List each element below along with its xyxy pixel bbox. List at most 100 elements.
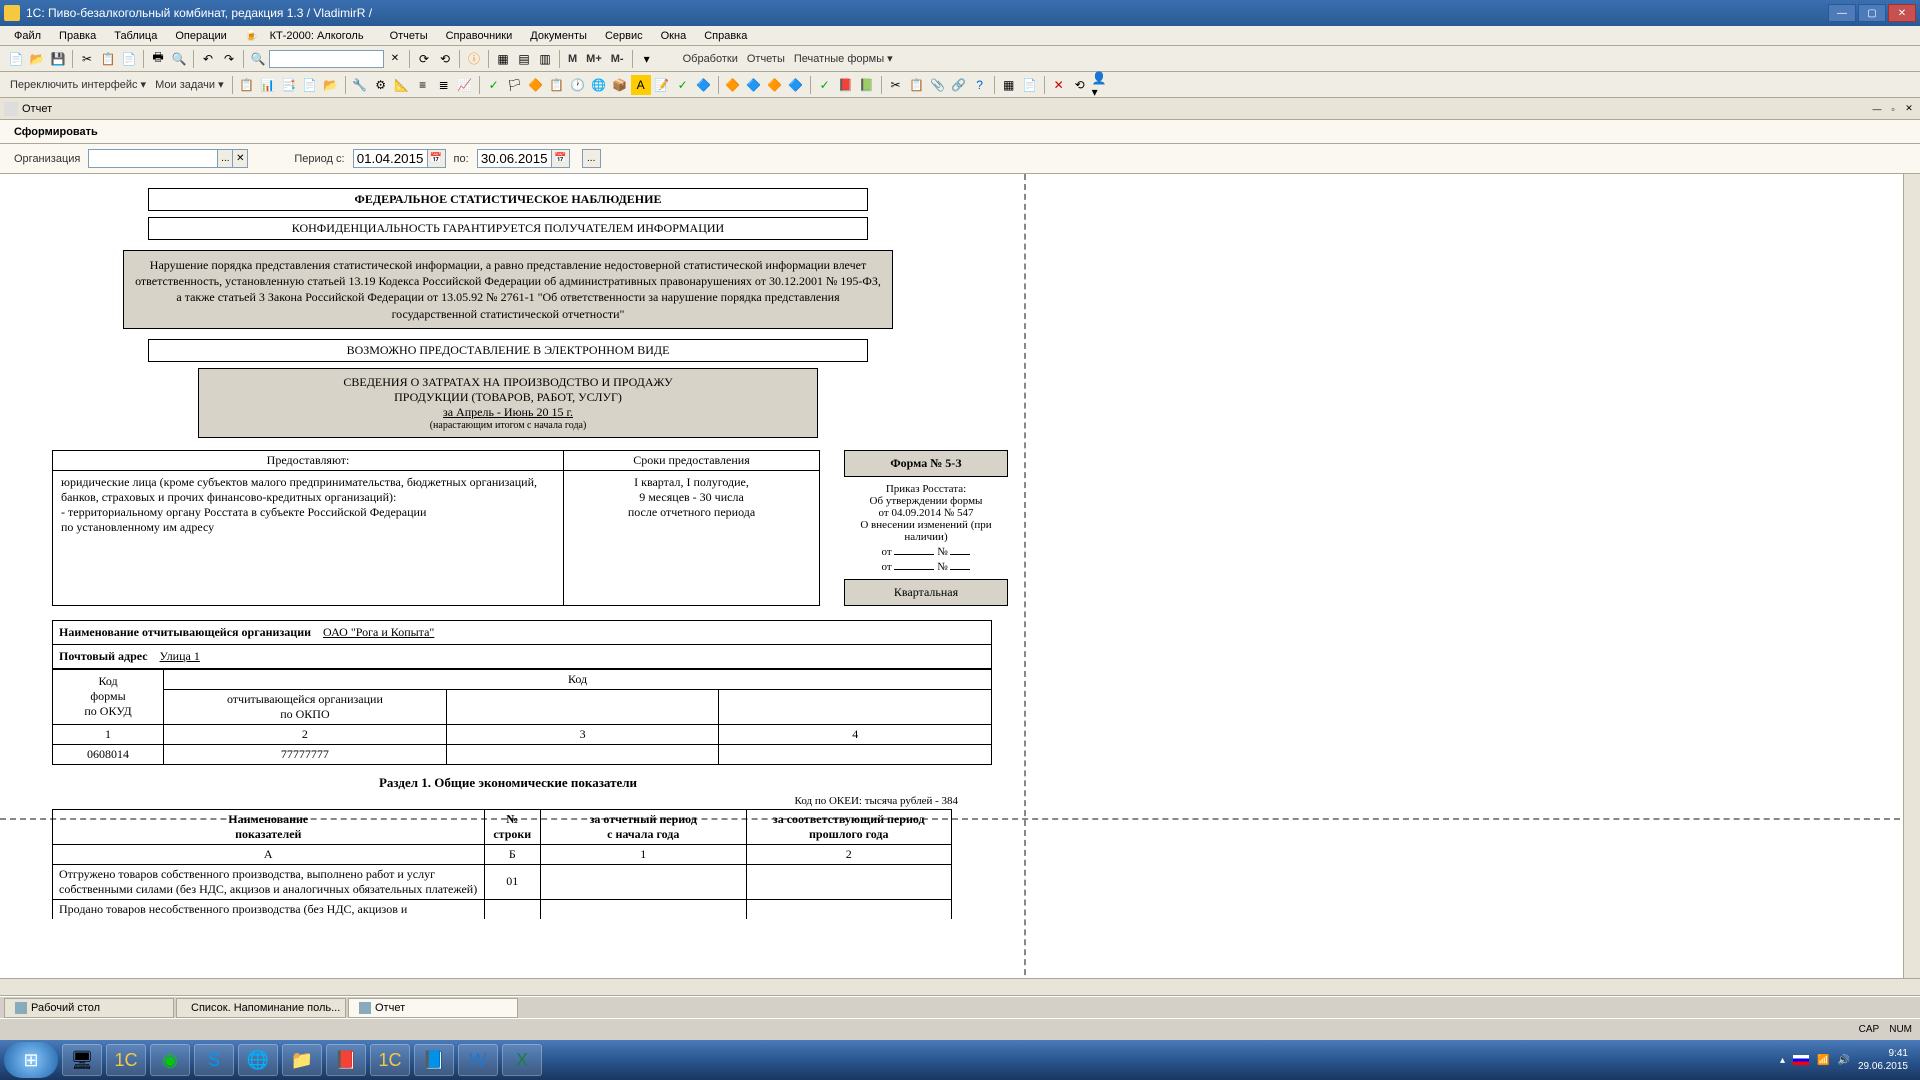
tb-1c-icon[interactable]: 1С [106,1044,146,1076]
tb-explorer-icon[interactable]: 🖥 [62,1044,102,1076]
ti15[interactable]: 📋 [547,75,567,95]
ti21[interactable]: ✓ [673,75,693,95]
date-to-input[interactable] [477,149,552,168]
ti35[interactable]: 📄 [1020,75,1040,95]
print-icon[interactable]: 🖶 [148,49,168,69]
ti5[interactable]: 📂 [321,75,341,95]
ti13[interactable]: 🏳 [505,75,525,95]
ti32[interactable]: 📎 [928,75,948,95]
ti31[interactable]: 📋 [907,75,927,95]
redo-icon[interactable]: ↷ [219,49,239,69]
ti8[interactable]: 📐 [392,75,412,95]
tb-1c2-icon[interactable]: 1С [370,1044,410,1076]
ti34[interactable]: ▦ [999,75,1019,95]
tray-net-icon[interactable]: 📶 [1817,1055,1829,1066]
tb-app2-icon[interactable]: 📘 [414,1044,454,1076]
close-button[interactable]: ✕ [1888,4,1916,22]
ti36[interactable]: ✕ [1049,75,1069,95]
period-select-button[interactable]: ... [582,149,601,168]
wintab-desktop[interactable]: Рабочий стол [4,998,174,1018]
tool-icon-2[interactable]: ▤ [514,49,534,69]
copy-icon[interactable]: 📋 [98,49,118,69]
menu-reports[interactable]: Отчеты [382,28,436,44]
ti17[interactable]: 🌐 [589,75,609,95]
ti16[interactable]: 🕐 [568,75,588,95]
open-icon[interactable]: 📂 [27,49,47,69]
ti27[interactable]: ✓ [815,75,835,95]
ti29[interactable]: 📗 [857,75,877,95]
form-button[interactable]: Сформировать [8,124,104,140]
switch-interface[interactable]: Переключить интерфейс ▾ [6,78,150,91]
ti10[interactable]: ≣ [434,75,454,95]
menu-help[interactable]: Справка [696,28,755,44]
search-input[interactable] [269,50,384,68]
ti18[interactable]: 📦 [610,75,630,95]
info-icon[interactable]: ⓘ [464,49,484,69]
menu-table[interactable]: Таблица [106,28,165,44]
clear-search-icon[interactable]: ✕ [385,49,405,69]
printforms-link[interactable]: Печатные формы ▾ [790,52,897,65]
ti28[interactable]: 📕 [836,75,856,95]
tool-icon-1[interactable]: ▦ [493,49,513,69]
refresh-icon[interactable]: ⟳ [414,49,434,69]
ti6[interactable]: 🔧 [350,75,370,95]
save-icon[interactable]: 💾 [48,49,68,69]
tb-excel-icon[interactable]: X [502,1044,542,1076]
ti20[interactable]: 📝 [652,75,672,95]
ti30[interactable]: ✂ [886,75,906,95]
preview-icon[interactable]: 🔍 [169,49,189,69]
wintab-reminder[interactable]: Список. Напоминание поль... [176,998,346,1018]
help-icon[interactable]: ? [970,75,990,95]
tab-minimize[interactable]: — [1870,102,1884,116]
menu-service[interactable]: Сервис [597,28,651,44]
menu-file[interactable]: Файл [6,28,49,44]
ti2[interactable]: 📊 [258,75,278,95]
minimize-button[interactable]: — [1828,4,1856,22]
menu-operations[interactable]: Операции [167,28,234,44]
ti14[interactable]: 🔶 [526,75,546,95]
my-tasks[interactable]: Мои задачи ▾ [151,78,228,91]
maximize-button[interactable]: ▢ [1858,4,1886,22]
tab-restore[interactable]: ▫ [1886,102,1900,116]
ti23[interactable]: 🔶 [723,75,743,95]
ti12[interactable]: ✓ [484,75,504,95]
tb-chrome-icon[interactable]: 🌐 [238,1044,278,1076]
ti19[interactable]: A [631,75,651,95]
tb-pdf-icon[interactable]: 📕 [326,1044,366,1076]
paste-icon[interactable]: 📄 [119,49,139,69]
ti11[interactable]: 📈 [455,75,475,95]
ti38[interactable]: 👤▾ [1091,75,1111,95]
org-clear-button[interactable]: ✕ [232,149,248,168]
tray-flag-icon[interactable] [1793,1055,1809,1065]
undo-icon[interactable]: ↶ [198,49,218,69]
menu-kt2000[interactable]: 🍺 КТ-2000: Алкоголь [237,27,380,44]
ti9[interactable]: ≡ [413,75,433,95]
ti7[interactable]: ⚙ [371,75,391,95]
tb-word-icon[interactable]: W [458,1044,498,1076]
tool-icon-3[interactable]: ▥ [535,49,555,69]
tb-folder-icon[interactable]: 📁 [282,1044,322,1076]
menu-directories[interactable]: Справочники [438,28,521,44]
calendar-from-icon[interactable]: 📅 [427,149,446,168]
new-icon[interactable]: 📄 [6,49,26,69]
org-select-button[interactable]: ... [217,149,233,168]
ti26[interactable]: 🔷 [786,75,806,95]
tray-clock[interactable]: 9:41 29.06.2015 [1858,1047,1908,1073]
org-input[interactable] [88,149,218,168]
tray-vol-icon[interactable]: 🔊 [1837,1055,1849,1066]
date-from-input[interactable] [353,149,428,168]
menu-edit[interactable]: Правка [51,28,104,44]
tb-skype-icon[interactable]: S [194,1044,234,1076]
tray-up-icon[interactable]: ▴ [1780,1055,1785,1066]
nav-icon[interactable]: ⟲ [435,49,455,69]
ti24[interactable]: 🔷 [744,75,764,95]
ti25[interactable]: 🔶 [765,75,785,95]
tab-close[interactable]: ✕ [1902,102,1916,116]
tb-app1-icon[interactable]: ◉ [150,1044,190,1076]
search-icon[interactable]: 🔍 [248,49,268,69]
ti33[interactable]: 🔗 [949,75,969,95]
wintab-report[interactable]: Отчет [348,998,518,1018]
dropdown-icon[interactable]: ▾ [637,49,657,69]
ti3[interactable]: 📑 [279,75,299,95]
ti1[interactable]: 📋 [237,75,257,95]
